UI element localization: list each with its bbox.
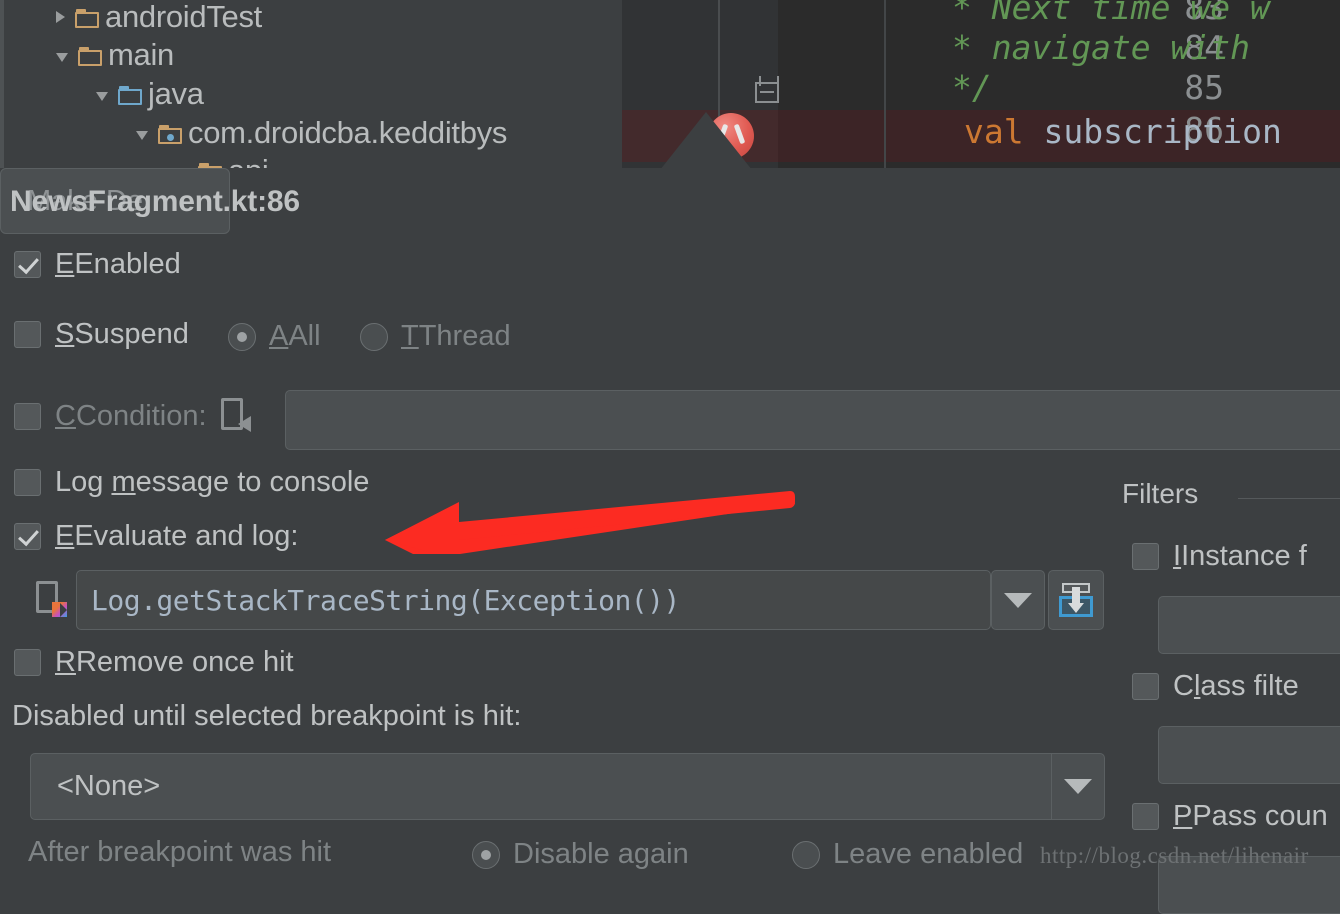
folder-blue-icon — [118, 84, 144, 105]
line-number: 85 — [1184, 68, 1224, 107]
disabled-until-dropdown[interactable]: <None> — [30, 753, 1105, 820]
tree-item-api[interactable]: api — [176, 148, 269, 168]
code-line-declaration: val subscription — [964, 112, 1282, 151]
popup-pointer — [660, 112, 752, 168]
evaluate-and-log-checkbox-row[interactable]: EEvaluate and log: — [14, 520, 298, 553]
chevron-down-icon[interactable] — [136, 130, 148, 140]
log-message-checkbox[interactable] — [14, 469, 41, 496]
tree-item-label: main — [108, 37, 174, 72]
package-icon — [198, 161, 224, 168]
instance-filter-checkbox[interactable] — [1132, 543, 1159, 570]
suspend-checkbox-row[interactable]: SSuspend — [14, 318, 189, 351]
suspend-all-radio-row[interactable]: AAll — [228, 320, 321, 353]
suspend-thread-radio-row[interactable]: TThread — [360, 320, 511, 353]
evaluate-and-log-label: EEvaluate and log: — [55, 520, 299, 552]
disable-again-label: Disable again — [513, 838, 689, 870]
class-filter-label: Class filte — [1173, 670, 1299, 702]
suspend-all-label: AAll — [269, 320, 321, 352]
annotation-arrow-icon — [385, 491, 795, 554]
leave-enabled-radio[interactable] — [792, 840, 820, 869]
suspend-checkbox[interactable] — [14, 321, 41, 348]
expression-value: Log.getStackTraceString(Exception()) — [91, 583, 680, 617]
gutter-separator — [884, 0, 886, 168]
expression-input[interactable]: Log.getStackTraceString(Exception()) — [76, 570, 991, 630]
tree-item-label: api — [228, 153, 269, 168]
folder-icon — [78, 45, 104, 66]
code-line-comment: * navigate with — [952, 28, 1251, 67]
kotlin-file-icon — [36, 581, 67, 617]
log-message-label: Log message to console — [55, 466, 370, 498]
enabled-checkbox-row[interactable]: EEnabled — [14, 248, 181, 281]
chevron-down-icon[interactable] — [96, 91, 108, 101]
chevron-right-icon[interactable] — [56, 11, 65, 23]
ide-background: androidTest main java com.droidcba.keddi… — [0, 0, 1340, 168]
condition-checkbox-row[interactable]: CCondition: — [14, 398, 251, 434]
disable-again-radio[interactable] — [472, 840, 500, 869]
expand-editor-icon — [1057, 583, 1095, 617]
leave-enabled-radio-row[interactable]: Leave enabled — [792, 838, 1023, 871]
expand-editor-button[interactable] — [1048, 570, 1104, 630]
class-filter-input[interactable] — [1158, 726, 1340, 784]
filters-divider — [1238, 498, 1340, 499]
suspend-thread-radio[interactable] — [360, 322, 388, 351]
instance-filter-label: IInstance f — [1173, 540, 1307, 572]
chevron-down-icon — [1004, 592, 1032, 608]
evaluate-and-log-checkbox[interactable] — [14, 523, 41, 550]
chevron-down-icon — [1064, 779, 1092, 794]
pass-count-label: PPass coun — [1173, 800, 1328, 832]
disabled-until-value: <None> — [57, 770, 161, 802]
tree-item-label: com.droidcba.kedditbys — [188, 115, 508, 150]
keyword-val: val — [964, 112, 1024, 151]
log-message-checkbox-row[interactable]: Log message to console — [14, 466, 369, 499]
enabled-label: EEnabled — [55, 248, 181, 280]
enabled-checkbox[interactable] — [14, 251, 41, 278]
tree-item-label: java — [148, 76, 204, 111]
filters-section-title: Filters — [1122, 478, 1199, 509]
remove-once-hit-checkbox[interactable] — [14, 649, 41, 676]
suspend-label: SSuspend — [55, 318, 189, 350]
code-fold-marker[interactable] — [755, 76, 781, 104]
folder-icon — [75, 7, 101, 28]
after-hit-label: After breakpoint was hit — [28, 836, 332, 868]
page-title: NewsFragment.kt:86 — [10, 185, 300, 218]
condition-checkbox[interactable] — [14, 402, 41, 430]
class-filter-checkbox[interactable] — [1132, 673, 1159, 700]
disable-again-radio-row[interactable]: Disable again — [472, 838, 689, 871]
condition-document-icon — [220, 398, 251, 434]
leave-enabled-label: Leave enabled — [833, 838, 1024, 870]
suspend-all-radio[interactable] — [228, 322, 256, 351]
project-tree-panel[interactable]: androidTest main java com.droidcba.keddi… — [0, 0, 622, 168]
screen: androidTest main java com.droidcba.keddi… — [0, 0, 1340, 914]
instance-filter-input[interactable] — [1158, 596, 1340, 654]
remove-once-hit-checkbox-row[interactable]: RRemove once hit — [14, 646, 294, 679]
chevron-down-icon[interactable] — [56, 52, 68, 62]
tree-item-label: androidTest — [105, 0, 262, 34]
code-line-comment: * Next time we w — [952, 0, 1270, 27]
instance-filter-checkbox-row[interactable]: IInstance f — [1132, 540, 1307, 573]
package-icon — [158, 123, 184, 144]
condition-label: CCondition: — [55, 399, 207, 432]
expression-dropdown-button[interactable] — [991, 570, 1045, 630]
identifier-subscription: subscription — [1023, 112, 1282, 151]
pass-count-checkbox-row[interactable]: PPass coun — [1132, 800, 1328, 833]
remove-once-hit-label: RRemove once hit — [55, 646, 294, 678]
condition-input[interactable] — [285, 390, 1340, 450]
panel-edge — [0, 0, 4, 168]
code-line-comment: */ — [952, 68, 992, 107]
watermark: http://blog.csdn.net/lihenair — [1040, 843, 1309, 868]
suspend-thread-label: TThread — [401, 320, 511, 352]
pass-count-checkbox[interactable] — [1132, 803, 1159, 830]
class-filter-checkbox-row[interactable]: Class filte — [1132, 670, 1299, 703]
disabled-until-label: Disabled until selected breakpoint is hi… — [12, 700, 522, 732]
